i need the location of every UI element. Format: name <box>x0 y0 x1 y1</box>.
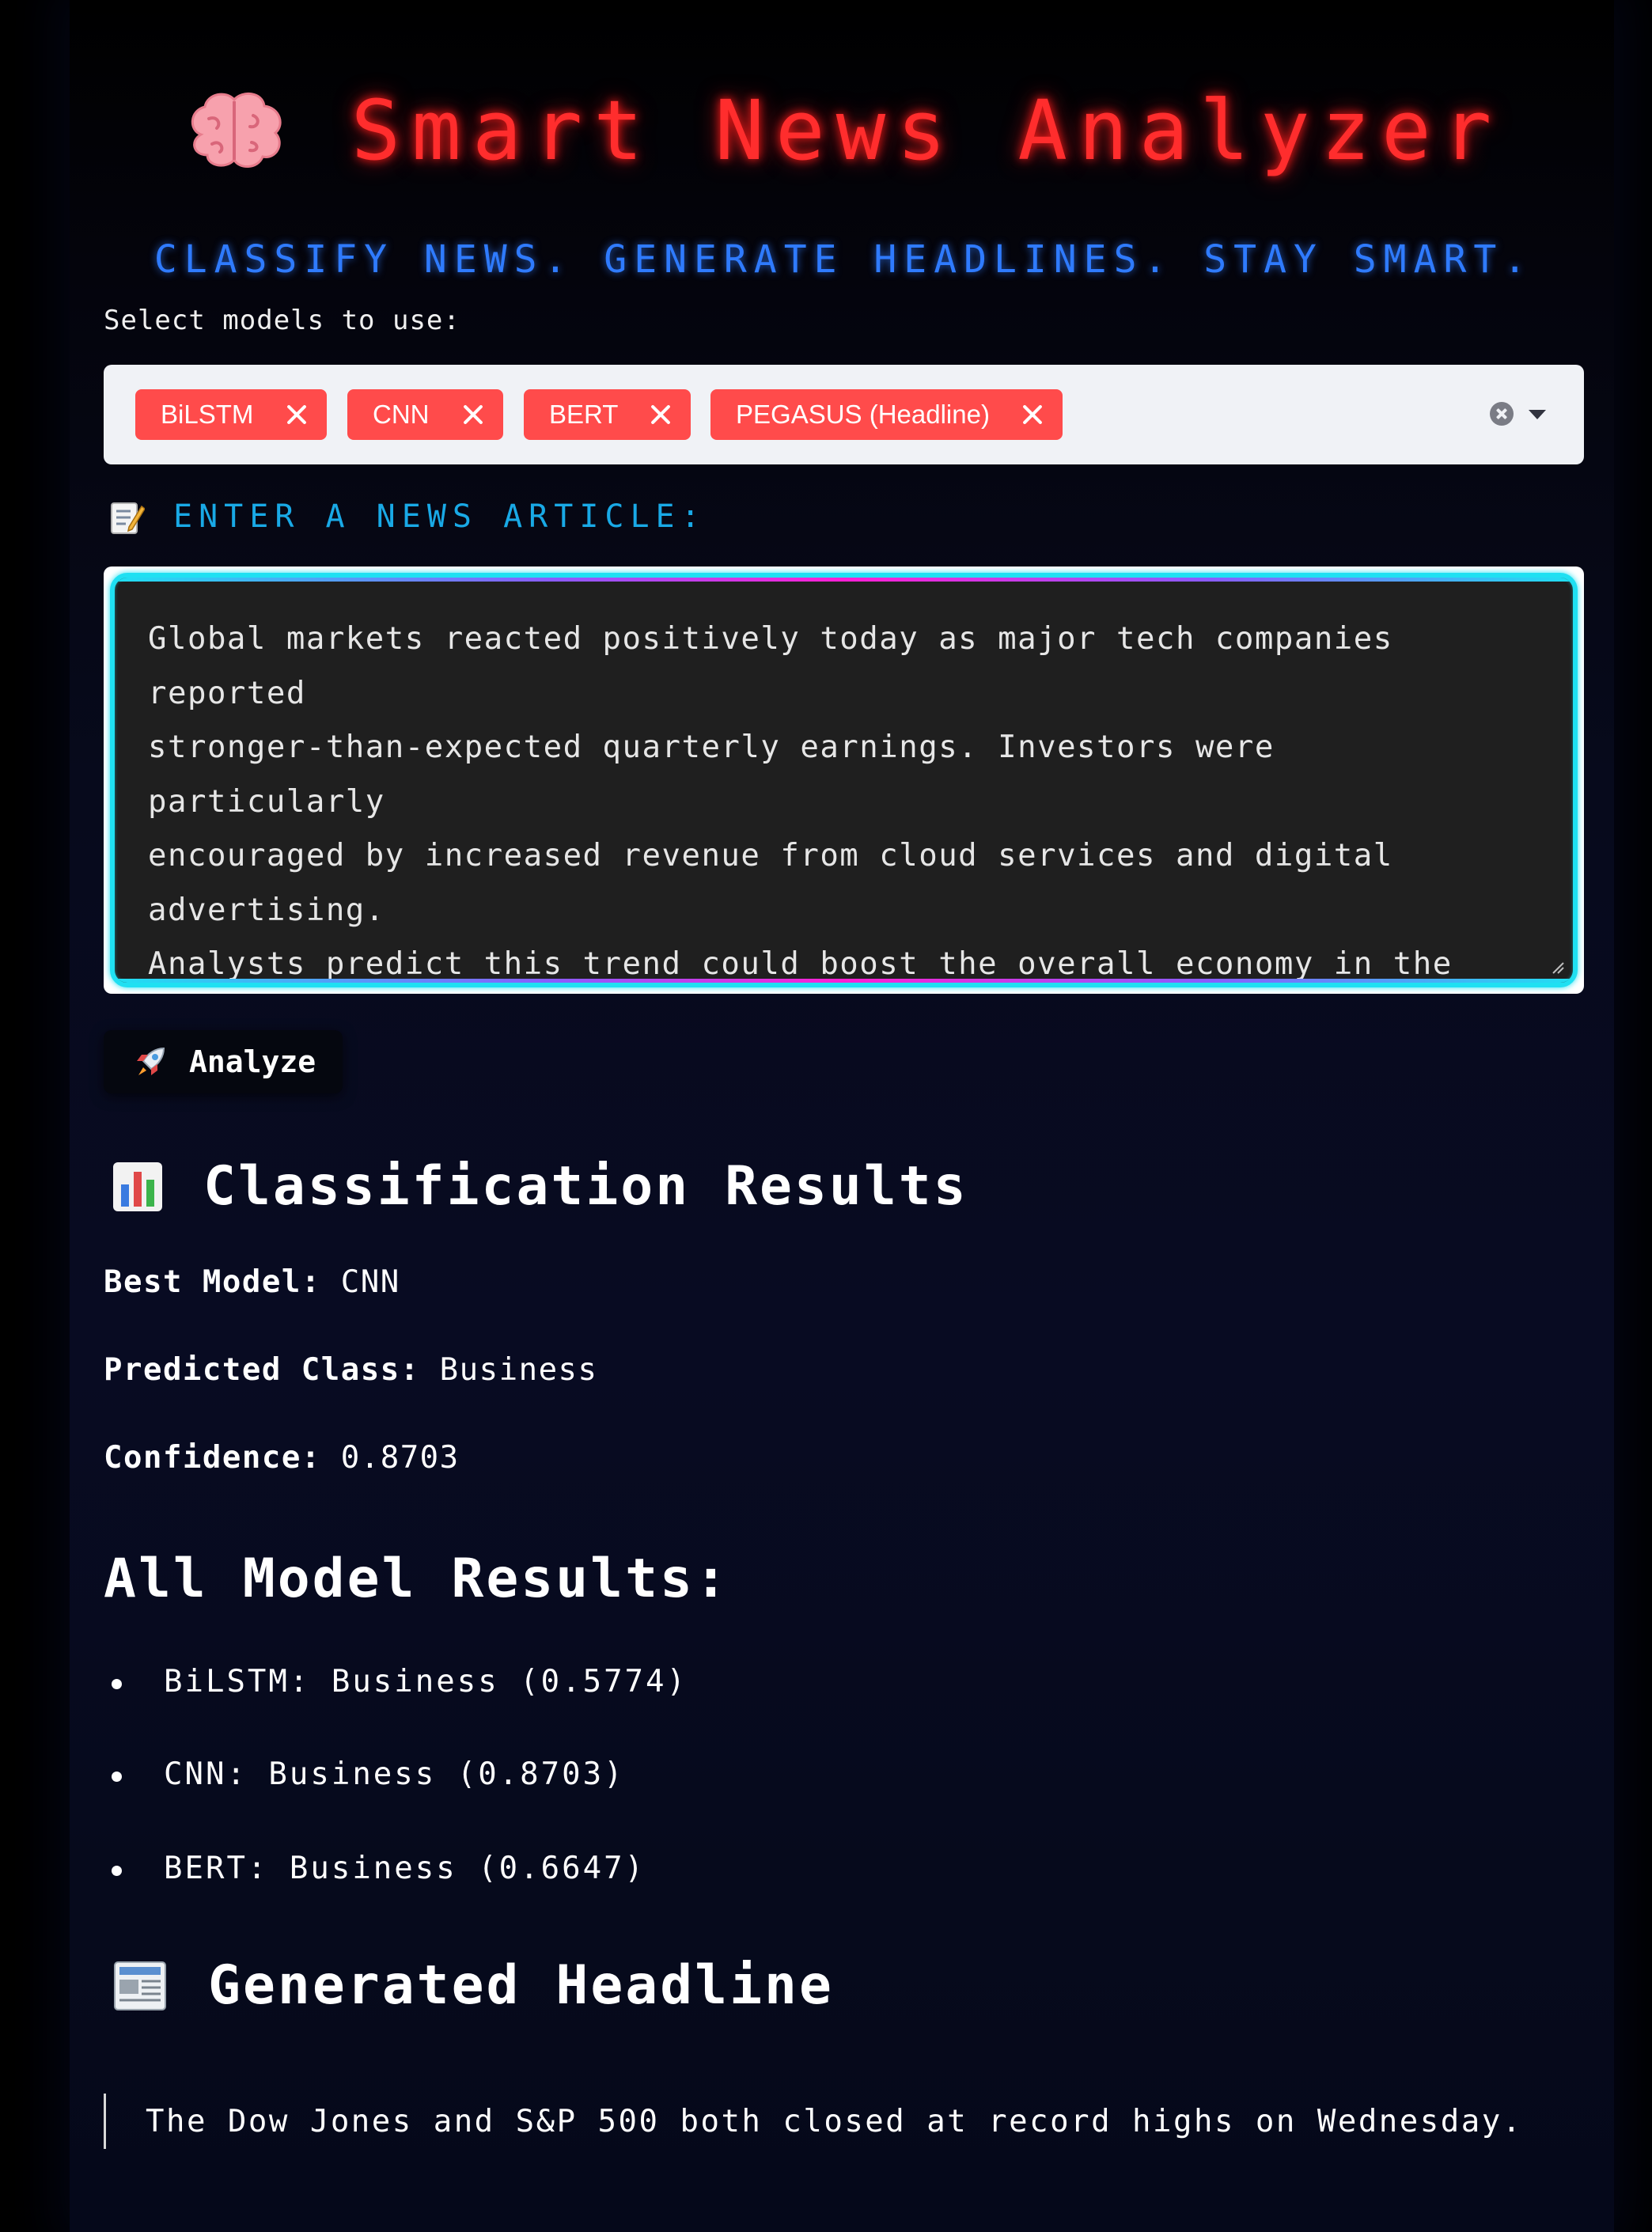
remove-bert-icon[interactable] <box>648 402 673 427</box>
chip-bert: BERT <box>524 389 691 440</box>
article-textarea[interactable]: Global markets reacted positively today … <box>110 573 1578 987</box>
remove-cnn-icon[interactable] <box>460 402 486 427</box>
app-title: Smart News Analyzer <box>350 82 1503 179</box>
confidence-value: 0.8703 <box>340 1440 460 1476</box>
resize-handle-icon[interactable] <box>1551 961 1565 975</box>
chip-bilstm: BiLSTM <box>135 389 327 440</box>
predicted-class-line: Predicted Class: Business <box>104 1352 598 1388</box>
clear-all-icon[interactable] <box>1490 402 1514 426</box>
article-text[interactable]: Global markets reacted positively today … <box>148 612 1525 983</box>
rocket-icon <box>132 1044 169 1080</box>
chip-label: CNN <box>373 400 430 429</box>
model-result-text: BiLSTM: Business (0.5774) <box>164 1664 688 1700</box>
predicted-class-value: Business <box>439 1352 598 1388</box>
confidence-key: Confidence: <box>104 1440 321 1476</box>
headline-blockquote: The Dow Jones and S&P 500 both closed at… <box>104 2094 1523 2149</box>
confidence-line: Confidence: 0.8703 <box>104 1440 460 1476</box>
article-textarea-frame: Global markets reacted positively today … <box>104 567 1584 994</box>
model-select-label: Select models to use: <box>104 305 460 336</box>
best-model-line: Best Model: CNN <box>104 1264 400 1300</box>
classification-heading: Classification Results <box>203 1155 968 1218</box>
brain-icon <box>185 87 288 174</box>
generated-headline: The Dow Jones and S&P 500 both closed at… <box>146 2103 1523 2139</box>
article-label-row: ENTER A NEWS ARTICLE: <box>104 498 707 535</box>
model-result-text: BERT: Business (0.6647) <box>164 1851 646 1886</box>
chip-cnn: CNN <box>347 389 503 440</box>
analyze-button[interactable]: Analyze <box>104 1030 343 1093</box>
article-label: ENTER A NEWS ARTICLE: <box>173 498 707 535</box>
model-result-text: CNN: Business (0.8703) <box>164 1756 625 1792</box>
chip-pegasus: PEGASUS (Headline) <box>710 389 1063 440</box>
bullet <box>112 1866 122 1876</box>
newspaper-icon <box>112 1957 169 2014</box>
chevron-down-icon[interactable] <box>1529 410 1546 419</box>
remove-bilstm-icon[interactable] <box>284 402 309 427</box>
bar-chart-icon <box>112 1161 164 1213</box>
model-multiselect[interactable]: BiLSTM CNN BERT PEGASUS (Headline) <box>104 365 1584 464</box>
memo-icon <box>108 498 146 535</box>
classification-heading-row: Classification Results <box>104 1155 968 1218</box>
best-model-key: Best Model: <box>104 1264 321 1300</box>
analyze-label: Analyze <box>189 1044 316 1079</box>
best-model-value: CNN <box>340 1264 400 1300</box>
predicted-class-key: Predicted Class: <box>104 1352 420 1388</box>
chip-label: BiLSTM <box>161 400 254 429</box>
chip-label: BERT <box>549 400 619 429</box>
chip-label: PEGASUS (Headline) <box>736 400 990 429</box>
bullet <box>112 1679 122 1689</box>
remove-pegasus-icon[interactable] <box>1020 402 1045 427</box>
headline-heading: Generated Headline <box>208 1954 834 2017</box>
tagline: CLASSIFY NEWS. GENERATE HEADLINES. STAY … <box>153 237 1534 282</box>
bullet <box>112 1772 122 1782</box>
headline-heading-row: Generated Headline <box>104 1954 834 2017</box>
all-results-heading: All Model Results: <box>104 1548 729 1610</box>
title-row: Smart News Analyzer <box>104 79 1584 182</box>
